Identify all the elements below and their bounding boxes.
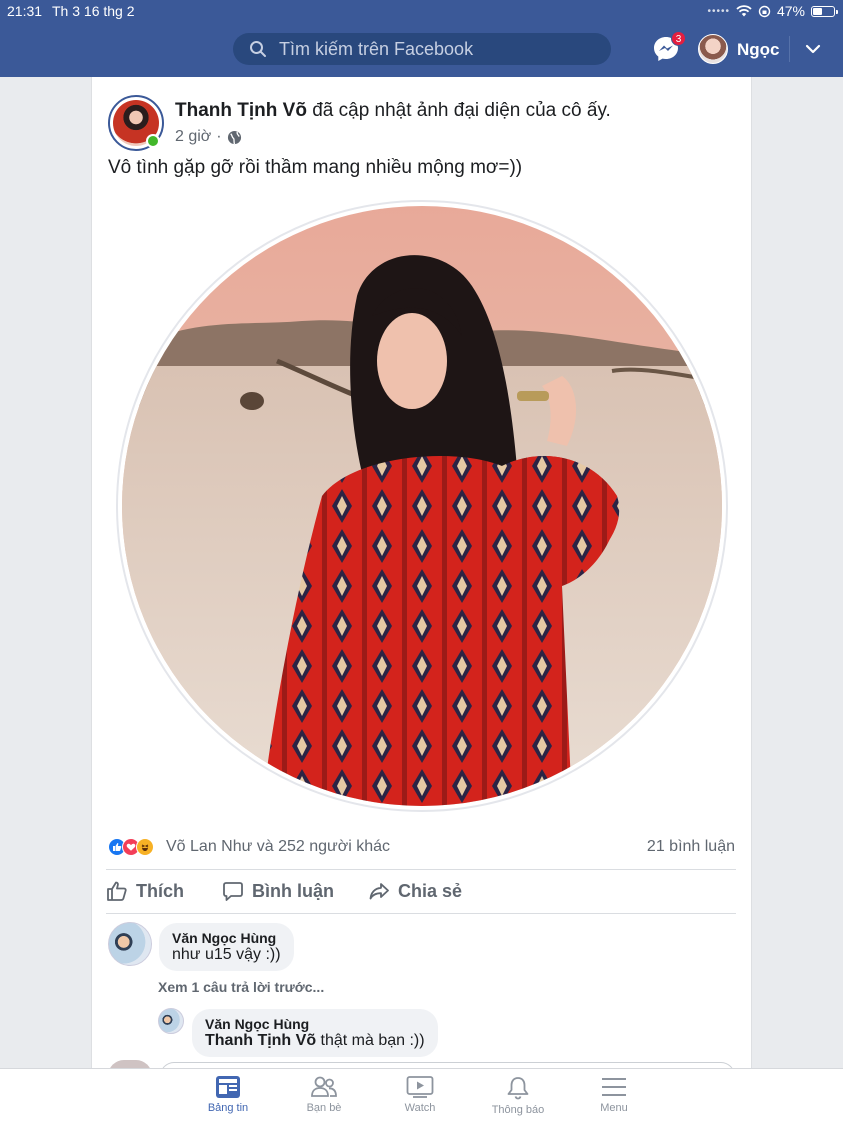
tab-label: Thông báo bbox=[491, 1104, 545, 1116]
bottom-tab-bar: Bảng tin Bạn bè Watch Thông báo Menu bbox=[0, 1068, 843, 1124]
profile-avatar[interactable] bbox=[698, 34, 728, 64]
hamburger-menu-icon bbox=[602, 1078, 626, 1096]
battery-icon bbox=[811, 5, 838, 17]
search-icon bbox=[250, 41, 266, 57]
reply-body: thật mà bạn :)) bbox=[316, 1032, 425, 1049]
profile-photo[interactable] bbox=[122, 206, 722, 806]
share-button[interactable]: Chia sẻ bbox=[368, 880, 462, 902]
like-button[interactable]: Thích bbox=[106, 880, 184, 902]
commenter-name[interactable]: Văn Ngọc Hùng bbox=[172, 930, 281, 946]
status-date: Th 3 16 thg 2 bbox=[52, 3, 135, 19]
friends-icon bbox=[311, 1076, 337, 1097]
comment-icon bbox=[223, 882, 243, 901]
reply-text: Thanh Tịnh Võ thật mà bạn :)) bbox=[205, 1032, 425, 1050]
divider bbox=[106, 913, 736, 914]
share-label: Chia sẻ bbox=[398, 880, 463, 901]
post-meta: 2 giờ · bbox=[175, 128, 242, 146]
author-name[interactable]: Thanh Tịnh Võ bbox=[175, 100, 307, 121]
search-placeholder: Tìm kiếm trên Facebook bbox=[279, 38, 474, 59]
tab-watch[interactable]: Watch bbox=[380, 1075, 460, 1114]
messenger-button[interactable]: 3 bbox=[651, 31, 686, 64]
reply-avatar[interactable] bbox=[158, 1008, 184, 1034]
tab-menu[interactable]: Menu bbox=[574, 1075, 654, 1114]
tab-label: Watch bbox=[404, 1102, 436, 1114]
post-caption: Vô tình gặp gỡ rồi thầm mang nhiều mộng … bbox=[108, 157, 523, 178]
globe-icon bbox=[227, 130, 241, 144]
battery-percent: 47% bbox=[776, 3, 805, 19]
bell-icon bbox=[507, 1077, 529, 1100]
tab-label: Bạn bè bbox=[306, 1102, 342, 1114]
like-label: Thích bbox=[136, 880, 184, 901]
online-indicator bbox=[146, 134, 160, 148]
comment-bubble[interactable]: Văn Ngọc Hùng như u15 vậy :)) bbox=[159, 923, 294, 971]
orientation-lock-icon bbox=[758, 5, 771, 17]
thumbs-up-icon bbox=[107, 881, 127, 901]
commenter-avatar[interactable] bbox=[108, 922, 152, 966]
status-right: ••••• 47% bbox=[707, 3, 838, 19]
tab-friends[interactable]: Bạn bè bbox=[284, 1075, 364, 1114]
battery-fill bbox=[813, 7, 822, 15]
haha-reaction-icon bbox=[136, 838, 154, 856]
wifi-icon bbox=[736, 5, 752, 17]
reply-bubble[interactable]: Văn Ngọc Hùng Thanh Tịnh Võ thật mà bạn … bbox=[192, 1009, 438, 1057]
view-previous-replies[interactable]: Xem 1 câu trả lời trước... bbox=[158, 979, 324, 995]
post-header: Thanh Tịnh Võ đã cập nhật ảnh đại diện c… bbox=[175, 100, 611, 122]
top-bar: 21:31 Th 3 16 thg 2 ••••• 47% Tìm kiếm t… bbox=[0, 0, 843, 77]
share-icon bbox=[369, 883, 389, 900]
tab-label: Bảng tin bbox=[207, 1102, 249, 1114]
reaction-icons[interactable] bbox=[108, 838, 154, 856]
search-bar[interactable]: Tìm kiếm trên Facebook bbox=[233, 33, 611, 65]
post-action-text: đã cập nhật ảnh đại diện của cô ấy. bbox=[312, 100, 611, 121]
tab-notifications[interactable]: Thông báo bbox=[478, 1075, 558, 1116]
divider bbox=[106, 869, 736, 870]
comment-button[interactable]: Bình luận bbox=[222, 880, 334, 902]
comment-label: Bình luận bbox=[252, 880, 334, 901]
tab-label: Menu bbox=[600, 1102, 628, 1114]
tab-news-feed[interactable]: Bảng tin bbox=[188, 1075, 268, 1114]
messenger-badge: 3 bbox=[671, 31, 686, 46]
meta-dot: · bbox=[216, 128, 222, 145]
header-divider bbox=[789, 36, 790, 62]
status-time: 21:31 bbox=[7, 3, 43, 19]
comment-text: như u15 vậy :)) bbox=[172, 946, 281, 963]
chevron-down-icon[interactable] bbox=[804, 40, 822, 58]
reply-mention[interactable]: Thanh Tịnh Võ bbox=[205, 1032, 316, 1049]
profile-photo-image bbox=[122, 206, 722, 806]
reply-author-name[interactable]: Văn Ngọc Hùng bbox=[205, 1016, 425, 1032]
profile-name[interactable]: Ngọc bbox=[737, 40, 780, 60]
comments-count[interactable]: 21 bình luận bbox=[647, 838, 735, 856]
status-bar: 21:31 Th 3 16 thg 2 ••••• 47% bbox=[0, 3, 843, 21]
watch-icon bbox=[406, 1076, 434, 1098]
post-time[interactable]: 2 giờ bbox=[175, 128, 211, 146]
cell-signal-icon: ••••• bbox=[707, 5, 730, 17]
reactions-summary[interactable]: Võ Lan Như và 252 người khác bbox=[166, 838, 390, 856]
post-actions: Thích Bình luận Chia sẻ bbox=[106, 880, 736, 910]
news-feed-icon bbox=[216, 1076, 240, 1098]
